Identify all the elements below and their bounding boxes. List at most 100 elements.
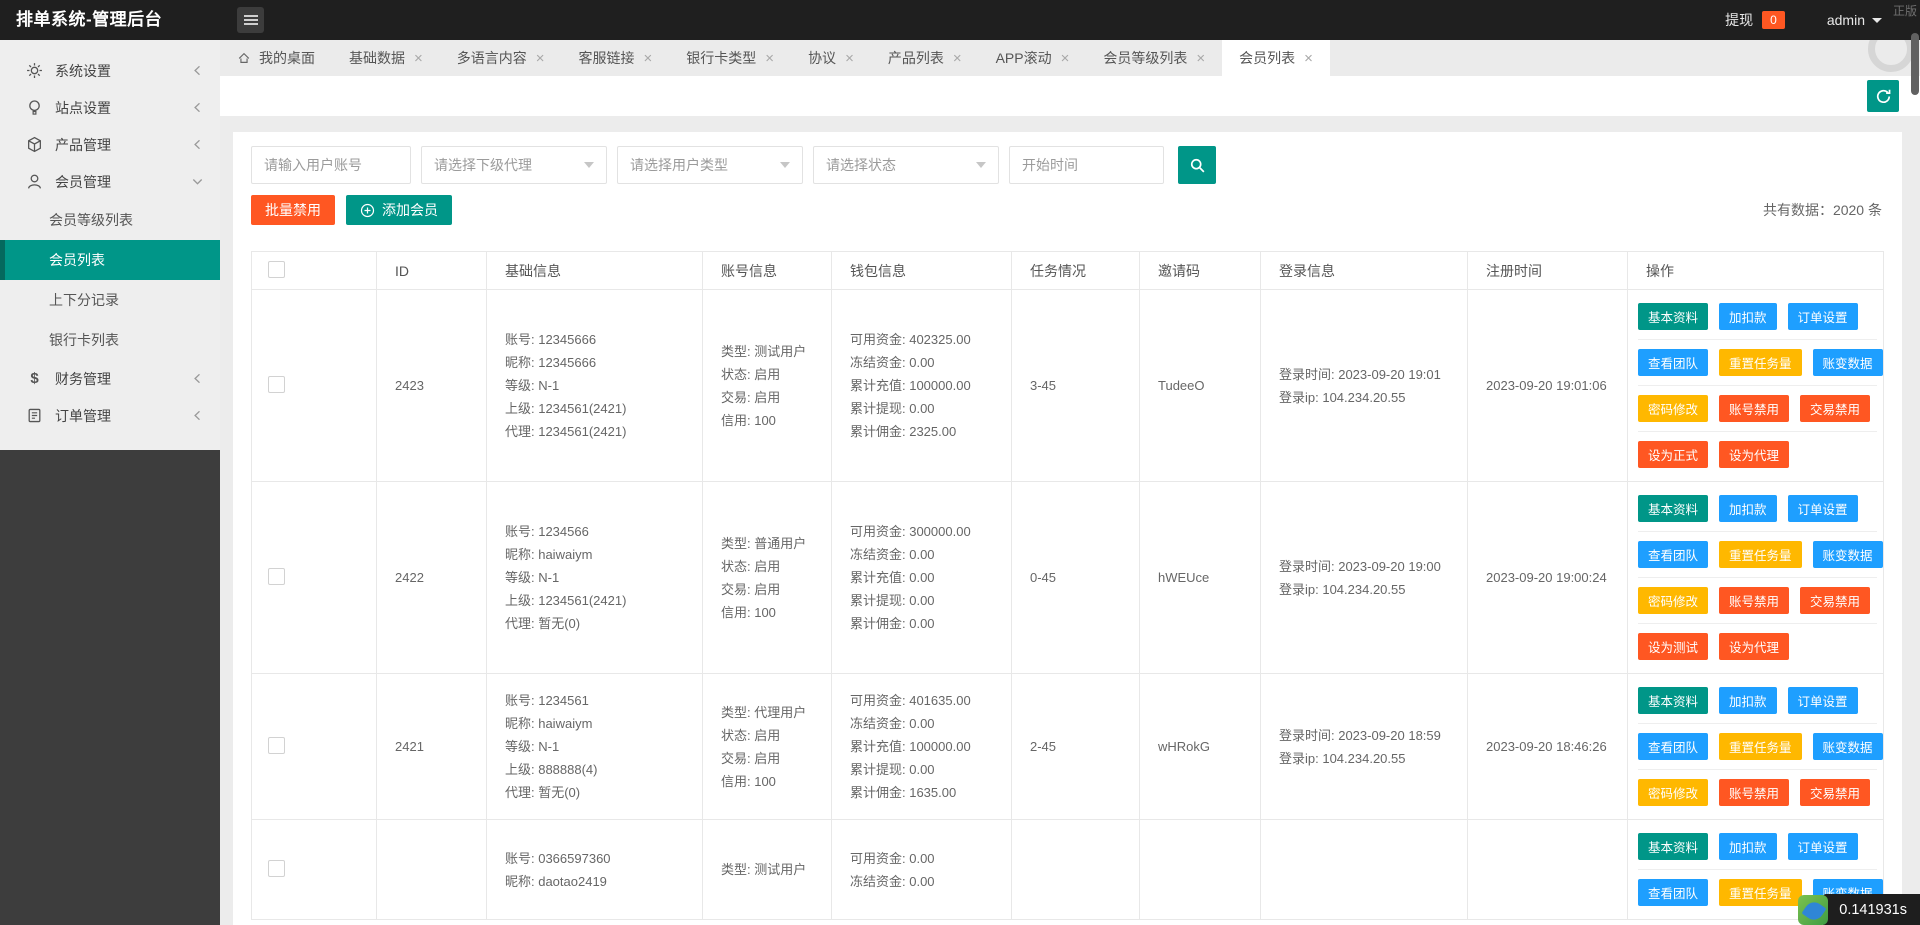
sidebar-item-上下分记录[interactable]: 上下分记录 [0, 280, 220, 320]
action-button-账号禁用[interactable]: 账号禁用 [1719, 587, 1790, 614]
close-icon[interactable]: × [1304, 51, 1313, 66]
action-button-基本资料[interactable]: 基本资料 [1638, 687, 1709, 714]
action-button-账号禁用[interactable]: 账号禁用 [1719, 395, 1790, 422]
sidebar-item-会员管理[interactable]: 会员管理 [0, 163, 220, 200]
action-button-查看团队[interactable]: 查看团队 [1638, 733, 1709, 760]
app-title: 排单系统-管理后台 [16, 10, 163, 29]
vertical-scrollbar-thumb[interactable] [1911, 33, 1919, 95]
close-icon[interactable]: × [1061, 51, 1070, 66]
sidebar-submenu: 会员等级列表 会员列表 上下分记录 银行卡列表 [0, 200, 220, 360]
row-checkbox[interactable] [268, 736, 285, 754]
product-icon [25, 136, 44, 153]
close-icon[interactable]: × [953, 51, 962, 66]
row-checkbox[interactable] [268, 567, 285, 585]
action-button-重置任务量[interactable]: 重置任务量 [1719, 879, 1802, 906]
main-area: 我的桌面 基础数据 × 多语言内容 × 客服链接 × 银行卡类型 × 协议 × … [220, 40, 1920, 925]
close-icon[interactable]: × [765, 51, 774, 66]
sidebar-item-银行卡列表[interactable]: 银行卡列表 [0, 320, 220, 360]
close-icon[interactable]: × [414, 51, 423, 66]
site-icon [25, 99, 44, 116]
column-header-邀请码: 邀请码 [1139, 251, 1261, 290]
action-button-密码修改[interactable]: 密码修改 [1638, 395, 1709, 422]
action-button-基本资料[interactable]: 基本资料 [1638, 303, 1709, 330]
refresh-button[interactable] [1867, 80, 1899, 112]
action-button-账号禁用[interactable]: 账号禁用 [1719, 779, 1790, 806]
action-button-重置任务量[interactable]: 重置任务量 [1719, 541, 1802, 568]
sidebar-item-会员列表[interactable]: 会员列表 [0, 240, 220, 280]
action-button-订单设置[interactable]: 订单设置 [1787, 303, 1858, 330]
action-button-基本资料[interactable]: 基本资料 [1638, 495, 1709, 522]
sidebar-item-财务管理[interactable]: $ 财务管理 [0, 360, 220, 397]
debug-time-widget[interactable]: 0.141931s [1798, 894, 1920, 925]
action-button-加扣款[interactable]: 加扣款 [1719, 687, 1777, 714]
hamburger-menu-button[interactable] [237, 7, 264, 33]
tab-label: 会员等级列表 [1103, 50, 1188, 66]
chevron-left-icon [192, 65, 203, 76]
cell-actions: 基本资料 加扣款 订单设置查看团队 重置任务量 账变数据密码修改 账号禁用 交易禁用设为正式… [1627, 289, 1884, 482]
tab-协议[interactable]: 协议 × [791, 40, 871, 76]
sidebar-item-会员等级列表[interactable]: 会员等级列表 [0, 200, 220, 240]
action-button-设为代理[interactable]: 设为代理 [1719, 633, 1790, 660]
action-button-密码修改[interactable]: 密码修改 [1638, 779, 1709, 806]
action-button-设为测试[interactable]: 设为测试 [1638, 633, 1709, 660]
action-button-交易禁用[interactable]: 交易禁用 [1800, 779, 1871, 806]
tab-客服链接[interactable]: 客服链接 × [562, 40, 670, 76]
close-icon[interactable]: × [644, 51, 653, 66]
tab-产品列表[interactable]: 产品列表 × [871, 40, 979, 76]
sidebar-item-订单管理[interactable]: 订单管理 [0, 397, 220, 434]
action-button-重置任务量[interactable]: 重置任务量 [1719, 733, 1802, 760]
action-button-账变数据[interactable]: 账变数据 [1812, 349, 1883, 376]
close-icon[interactable]: × [536, 51, 545, 66]
action-button-订单设置[interactable]: 订单设置 [1787, 495, 1858, 522]
sidebar-item-产品管理[interactable]: 产品管理 [0, 126, 220, 163]
tab-会员等级列表[interactable]: 会员等级列表 × [1086, 40, 1222, 76]
action-button-设为正式[interactable]: 设为正式 [1638, 441, 1709, 468]
action-button-账变数据[interactable]: 账变数据 [1812, 541, 1883, 568]
close-icon[interactable]: × [845, 51, 854, 66]
chevron-left-icon [192, 139, 203, 150]
action-button-加扣款[interactable]: 加扣款 [1719, 303, 1777, 330]
action-button-密码修改[interactable]: 密码修改 [1638, 587, 1709, 614]
action-button-重置任务量[interactable]: 重置任务量 [1719, 349, 1802, 376]
action-button-交易禁用[interactable]: 交易禁用 [1800, 395, 1871, 422]
tab-多语言内容[interactable]: 多语言内容 × [440, 40, 562, 76]
tab-会员列表[interactable]: 会员列表 × [1222, 40, 1330, 76]
batch-disable-button[interactable]: 批量禁用 [251, 195, 335, 225]
action-button-基本资料[interactable]: 基本资料 [1638, 833, 1709, 860]
select-all-checkbox[interactable] [268, 260, 285, 278]
action-button-交易禁用[interactable]: 交易禁用 [1800, 587, 1871, 614]
action-button-订单设置[interactable]: 订单设置 [1787, 687, 1858, 714]
action-button-订单设置[interactable]: 订单设置 [1787, 833, 1858, 860]
action-button-账变数据[interactable]: 账变数据 [1812, 733, 1883, 760]
tab-基础数据[interactable]: 基础数据 × [332, 40, 440, 76]
action-button-查看团队[interactable]: 查看团队 [1638, 349, 1709, 376]
tab-银行卡类型[interactable]: 银行卡类型 × [669, 40, 791, 76]
member-icon [25, 173, 44, 190]
action-button-加扣款[interactable]: 加扣款 [1719, 495, 1777, 522]
status-select[interactable]: 请选择状态 [813, 146, 999, 184]
action-button-加扣款[interactable]: 加扣款 [1719, 833, 1777, 860]
action-button-查看团队[interactable]: 查看团队 [1638, 541, 1709, 568]
tab-label: 银行卡类型 [686, 50, 757, 66]
withdraw-menu[interactable]: 提现 0 [1725, 10, 1785, 30]
tab-APP滚动[interactable]: APP滚动 × [979, 40, 1087, 76]
search-button[interactable] [1178, 146, 1216, 184]
start-time-input[interactable] [1009, 146, 1164, 184]
user-type-select[interactable]: 请选择用户类型 [617, 146, 803, 184]
add-member-button[interactable]: 添加会员 [346, 195, 452, 225]
cell-basic-info: 账号: 1234566 昵称: haiwaiym 等级: N-1 上级: 123456… [486, 481, 703, 674]
user-menu[interactable]: admin [1827, 12, 1882, 28]
tab-我的桌面[interactable]: 我的桌面 [220, 40, 332, 76]
sidebar-item-站点设置[interactable]: 站点设置 [0, 89, 220, 126]
plus-circle-icon [360, 203, 375, 217]
column-header-操作: 操作 [1627, 251, 1884, 290]
row-checkbox[interactable] [268, 375, 285, 393]
row-checkbox[interactable] [268, 859, 285, 877]
sidebar-item-系统设置[interactable]: 系统设置 [0, 52, 220, 89]
cell-login-info: 登录时间: 2023-09-20 18:59 登录ip: 104.234.20.5… [1260, 673, 1468, 820]
account-search-input[interactable] [251, 146, 411, 184]
close-icon[interactable]: × [1196, 51, 1205, 66]
action-button-设为代理[interactable]: 设为代理 [1719, 441, 1790, 468]
agent-select[interactable]: 请选择下级代理 [421, 146, 607, 184]
action-button-查看团队[interactable]: 查看团队 [1638, 879, 1709, 906]
